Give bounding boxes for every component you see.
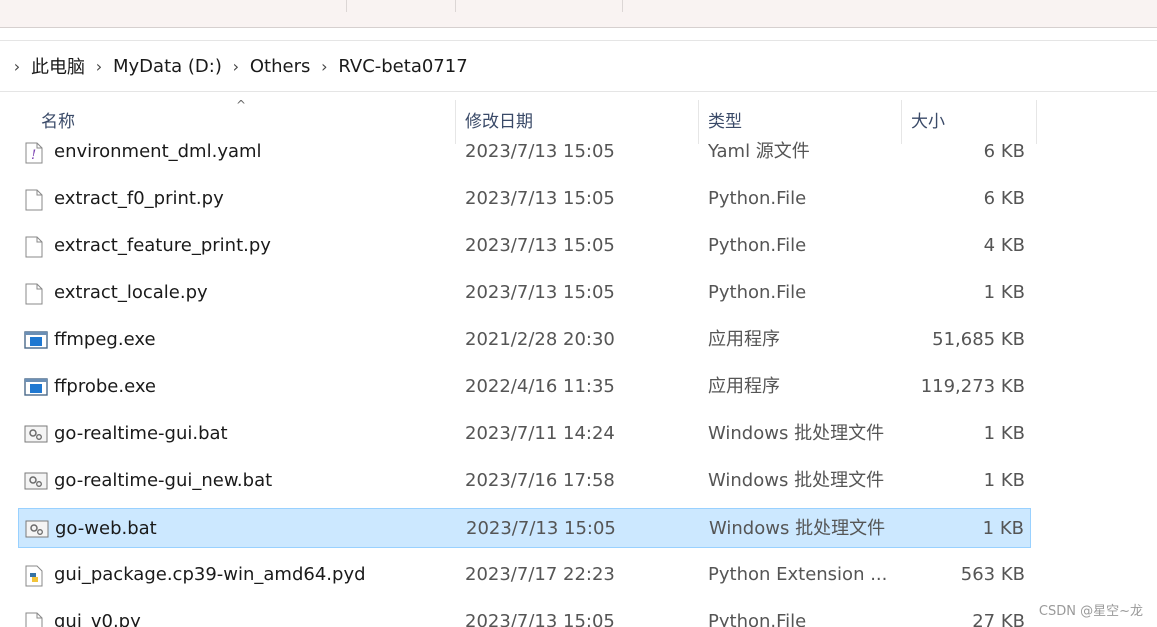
chevron-right-icon[interactable]: ›	[90, 57, 108, 76]
file-modified-date: 2023/7/16 17:58	[465, 470, 615, 491]
toolbar-divider	[346, 0, 347, 12]
breadcrumb-item-this-pc[interactable]: 此电脑	[31, 53, 85, 79]
yaml-file-icon: !	[24, 142, 44, 164]
file-modified-date: 2023/7/13 15:05	[466, 518, 616, 539]
file-row[interactable]: go-realtime-gui_new.bat 2023/7/16 17:58 Wi…	[18, 461, 1031, 501]
toolbar-divider	[622, 0, 623, 12]
file-row[interactable]: ! environment_dml.yaml 2023/7/13 15:05 Yaml…	[18, 132, 1031, 172]
file-modified-date: 2023/7/13 15:05	[465, 235, 615, 256]
file-type: Windows 批处理文件	[708, 470, 885, 491]
file-row[interactable]: go-realtime-gui.bat 2023/7/11 14:24 Window…	[18, 414, 1031, 454]
svg-text:!: !	[31, 148, 36, 163]
file-row[interactable]: ffprobe.exe 2022/4/16 11:35 应用程序 119,273 KB	[18, 367, 1031, 407]
file-type: 应用程序	[708, 329, 780, 350]
file-explorer-window: › 此电脑 › MyData (D:) › Others › RVC-beta0…	[0, 0, 1157, 627]
file-row[interactable]: extract_f0_print.py 2023/7/13 15:05 Python…	[18, 179, 1031, 219]
file-size: 51,685 KB	[932, 329, 1025, 350]
file-name: gui_v0.py	[54, 611, 141, 627]
file-size: 1 KB	[983, 282, 1025, 303]
file-type: 应用程序	[708, 376, 780, 397]
file-size: 1 KB	[983, 423, 1025, 444]
file-name: gui_package.cp39-win_amd64.pyd	[54, 564, 366, 585]
watermark: CSDN @星空~龙	[1038, 604, 1143, 619]
file-row[interactable]: extract_feature_print.py 2023/7/13 15:05 P…	[18, 226, 1031, 266]
file-size: 1 KB	[983, 470, 1025, 491]
file-modified-date: 2023/7/17 22:23	[465, 564, 615, 585]
file-modified-date: 2021/2/28 20:30	[465, 329, 615, 350]
blank-file-icon	[24, 236, 44, 258]
batch-file-icon	[24, 424, 48, 446]
file-name: go-realtime-gui_new.bat	[54, 470, 273, 491]
file-size: 119,273 KB	[920, 376, 1025, 397]
file-type: Python.File	[708, 188, 807, 209]
file-name: extract_feature_print.py	[54, 235, 271, 256]
file-row[interactable]: extract_locale.py 2023/7/13 15:05 Python.F…	[18, 273, 1031, 313]
file-type: Yaml 源文件	[708, 141, 810, 162]
blank-file-icon	[24, 189, 44, 211]
address-bar[interactable]: › 此电脑 › MyData (D:) › Others › RVC-beta0…	[0, 40, 1157, 92]
file-modified-date: 2023/7/13 15:05	[465, 188, 615, 209]
file-name: ffmpeg.exe	[54, 329, 156, 350]
file-row[interactable]: gui_v0.py 2023/7/13 15:05 Python.File 27 KB	[18, 602, 1031, 627]
file-type: Python.File	[708, 282, 807, 303]
file-modified-date: 2023/7/13 15:05	[465, 611, 615, 627]
file-size: 27 KB	[972, 611, 1025, 627]
column-divider[interactable]	[1036, 100, 1037, 144]
file-size: 1 KB	[982, 518, 1024, 539]
batch-file-icon	[24, 471, 48, 493]
command-bar	[0, 0, 1157, 28]
file-row[interactable]: go-web.bat 2023/7/13 15:05 Windows 批处理文件 1 …	[18, 508, 1031, 548]
file-modified-date: 2023/7/11 14:24	[465, 423, 615, 444]
breadcrumb-item-current-folder[interactable]: RVC-beta0717	[338, 56, 467, 77]
file-type: Python.File	[708, 611, 807, 627]
python-extension-icon	[24, 565, 44, 587]
exe-icon	[24, 330, 48, 352]
file-name: go-realtime-gui.bat	[54, 423, 228, 444]
breadcrumb-item-drive[interactable]: MyData (D:)	[113, 56, 222, 77]
file-modified-date: 2023/7/13 15:05	[465, 282, 615, 303]
file-name: extract_f0_print.py	[54, 188, 224, 209]
file-modified-date: 2022/4/16 11:35	[465, 376, 615, 397]
file-size: 6 KB	[983, 188, 1025, 209]
batch-file-icon	[25, 519, 49, 541]
file-type: Windows 批处理文件	[708, 423, 885, 444]
file-type: Windows 批处理文件	[709, 518, 886, 539]
file-name: extract_locale.py	[54, 282, 208, 303]
toolbar-divider	[455, 0, 456, 12]
file-row[interactable]: ffmpeg.exe 2021/2/28 20:30 应用程序 51,685 KB	[18, 320, 1031, 360]
blank-file-icon	[24, 612, 44, 627]
file-size: 4 KB	[983, 235, 1025, 256]
file-name: environment_dml.yaml	[54, 141, 262, 162]
file-name: ffprobe.exe	[54, 376, 156, 397]
exe-icon	[24, 377, 48, 399]
breadcrumb: › 此电脑 › MyData (D:) › Others › RVC-beta0…	[8, 41, 468, 91]
blank-file-icon	[24, 283, 44, 305]
chevron-right-icon[interactable]: ›	[8, 57, 26, 76]
chevron-right-icon[interactable]: ›	[315, 57, 333, 76]
file-modified-date: 2023/7/13 15:05	[465, 141, 615, 162]
file-type: Python Extension ...	[708, 564, 888, 585]
file-name: go-web.bat	[55, 518, 157, 539]
file-size: 6 KB	[983, 141, 1025, 162]
file-type: Python.File	[708, 235, 807, 256]
breadcrumb-item-others[interactable]: Others	[250, 56, 311, 77]
file-row[interactable]: gui_package.cp39-win_amd64.pyd 2023/7/17 …	[18, 555, 1031, 595]
chevron-right-icon[interactable]: ›	[227, 57, 245, 76]
file-size: 563 KB	[960, 564, 1025, 585]
